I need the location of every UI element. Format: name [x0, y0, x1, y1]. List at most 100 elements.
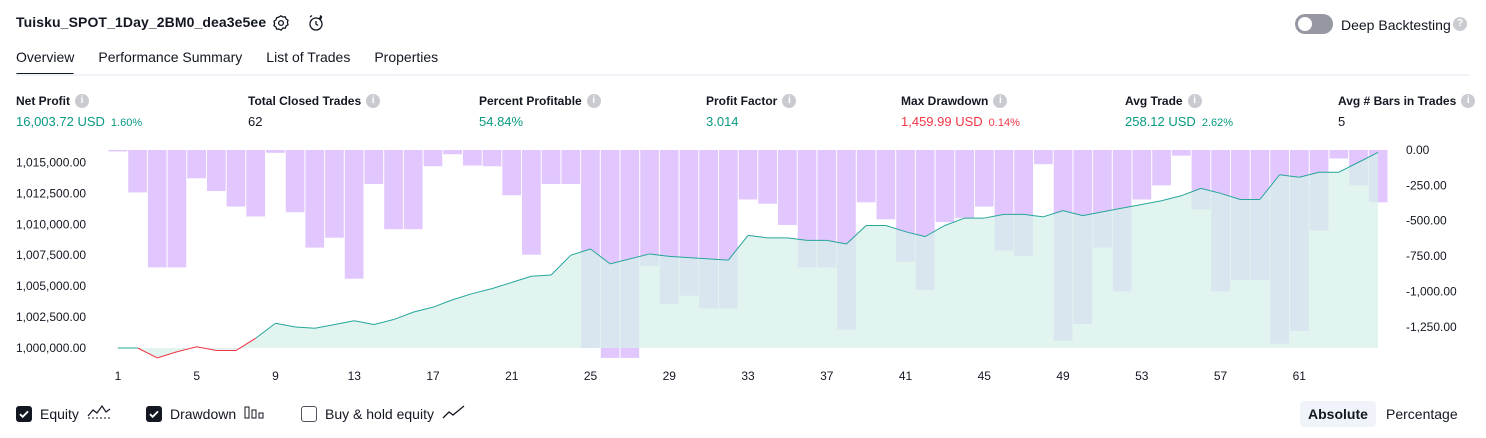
info-icon[interactable]: i: [75, 94, 89, 108]
metric-avg-trade: Avg Trade i 258.12 USD 2.62%: [1125, 94, 1233, 129]
drawdown-bar: [1132, 150, 1152, 200]
drawdown-bar: [778, 150, 797, 225]
metric-percent-profitable: Percent Profitable i 54.84%: [479, 94, 601, 129]
drawdown-bar: [955, 150, 974, 218]
metric-value: 62: [248, 114, 263, 129]
settings-gear-icon[interactable]: [270, 12, 292, 34]
x-tick-label: 25: [584, 369, 598, 383]
metric-percent: 2.62%: [1201, 117, 1234, 129]
drawdown-checkbox[interactable]: [146, 405, 162, 422]
drawdown-bar: [206, 150, 226, 192]
x-tick-label: 21: [505, 369, 519, 383]
strategy-title: Tuisku_SPOT_1Day_2BM0_dea3e5ee: [16, 14, 267, 30]
drawdown-bar: [974, 150, 994, 207]
info-icon[interactable]: i: [586, 94, 601, 108]
metric-label: Total Closed Trades: [248, 94, 362, 108]
metric-value: 1,459.99 USD: [901, 114, 983, 129]
drawdown-bar: [443, 150, 462, 155]
drawdown-bar: [147, 150, 167, 268]
y-left-tick-label: 1,015,000.00: [16, 155, 86, 169]
info-icon[interactable]: i: [782, 94, 797, 108]
metric-label: Max Drawdown: [901, 94, 989, 108]
tab-overview[interactable]: Overview: [16, 46, 75, 76]
percentage-view-button[interactable]: Percentage: [1378, 401, 1466, 427]
drawdown-bar: [128, 150, 147, 193]
drawdown-bar: [502, 150, 522, 196]
drawdown-bar: [1329, 150, 1349, 159]
drawdown-bar: [876, 150, 896, 220]
drawdown-bar: [1171, 150, 1191, 156]
metric-profit-factor: Profit Factor i 3.014: [706, 94, 797, 129]
x-tick-label: 17: [426, 369, 440, 383]
help-icon[interactable]: ?: [1453, 17, 1467, 31]
metric-percent: 0.14%: [988, 117, 1020, 129]
absolute-view-button[interactable]: Absolute: [1300, 401, 1376, 427]
tab-divider: [16, 74, 1469, 76]
drawdown-bar: [285, 150, 305, 213]
legend-buy-hold[interactable]: Buy & hold equity: [301, 404, 466, 423]
buy-hold-checkbox[interactable]: [301, 405, 317, 422]
tab-performance-summary[interactable]: Performance Summary: [98, 46, 242, 74]
metric-max-drawdown: Max Drawdown i 1,459.99 USD 0.14%: [901, 94, 1020, 129]
y-right-tick-label: -500.00: [1406, 214, 1447, 228]
equity-checkbox[interactable]: [16, 405, 32, 422]
drawdown-bar: [758, 150, 778, 204]
legend-buy-hold-label: Buy & hold equity: [325, 405, 434, 422]
drawdown-bar: [541, 150, 561, 184]
metric-value: 54.84%: [479, 114, 524, 129]
deep-backtesting-toggle[interactable]: [1295, 14, 1333, 34]
drawdown-bar: [462, 150, 482, 166]
left-y-axis: 1,000,000.00 1,002,500.00 1,005,000.00 1,00…: [16, 155, 86, 355]
drawdown-bar: [187, 150, 206, 179]
drawdown-bar: [325, 150, 344, 238]
metric-total-closed-trades: Total Closed Trades i 62: [248, 94, 381, 129]
drawdown-bar: [1152, 150, 1171, 186]
x-tick-label: 33: [741, 369, 755, 383]
x-tick-label: 1: [115, 369, 122, 383]
x-tick-label: 41: [899, 369, 913, 383]
equity-drawdown-chart[interactable]: 1,000,000.00 1,002,500.00 1,005,000.00 1,00…: [0, 138, 1486, 398]
drawdown-bar: [384, 150, 403, 230]
trend-line-icon: [442, 404, 466, 423]
drawdown-bar: [522, 150, 541, 255]
drawdown-bar: [935, 150, 955, 223]
metric-net-profit: Net Profit i 16,003.72 USD 1.60%: [16, 94, 142, 129]
y-right-tick-label: -750.00: [1406, 249, 1447, 263]
drawdown-bar: [423, 150, 443, 167]
x-tick-label: 9: [272, 369, 279, 383]
legend-equity-label: Equity: [40, 405, 79, 422]
metric-value: 5: [1338, 114, 1346, 129]
drawdown-bar: [167, 150, 187, 268]
tab-list-of-trades[interactable]: List of Trades: [266, 46, 350, 74]
metric-label: Profit Factor: [706, 94, 778, 108]
y-left-tick-label: 1,002,500.00: [16, 310, 86, 324]
y-left-tick-label: 1,007,500.00: [16, 248, 86, 262]
info-icon[interactable]: i: [366, 94, 381, 108]
y-left-tick-label: 1,005,000.00: [16, 279, 86, 293]
x-tick-label: 29: [663, 369, 677, 383]
info-icon[interactable]: i: [1461, 94, 1476, 108]
legend-drawdown[interactable]: Drawdown: [146, 404, 264, 423]
legend-equity[interactable]: Equity: [16, 404, 111, 423]
metric-value: 3.014: [706, 114, 739, 129]
drawdown-bar: [226, 150, 246, 207]
add-alert-clock-icon[interactable]: [305, 12, 327, 34]
metric-label: Avg # Bars in Trades: [1338, 94, 1457, 108]
x-axis: 1 5 9 13 17 21 25 29 33 37 41 45 49 53 57 61: [115, 369, 1307, 383]
x-tick-label: 45: [978, 369, 992, 383]
info-icon[interactable]: i: [1187, 94, 1202, 108]
drawdown-bar: [561, 150, 581, 184]
info-icon[interactable]: i: [993, 94, 1008, 108]
y-right-tick-label: -1,000.00: [1406, 284, 1457, 298]
metric-label: Percent Profitable: [479, 94, 582, 108]
y-left-tick-label: 1,010,000.00: [16, 217, 86, 231]
tab-properties[interactable]: Properties: [374, 46, 438, 74]
metric-value: 16,003.72 USD: [16, 114, 105, 129]
drawdown-bar: [108, 150, 128, 152]
drawdown-bars-icon: [244, 404, 264, 423]
y-right-tick-label: -250.00: [1406, 178, 1447, 192]
equity-line-icon: [87, 404, 111, 423]
drawdown-bar: [344, 150, 364, 279]
x-tick-label: 13: [348, 369, 362, 383]
drawdown-bar: [266, 150, 285, 153]
